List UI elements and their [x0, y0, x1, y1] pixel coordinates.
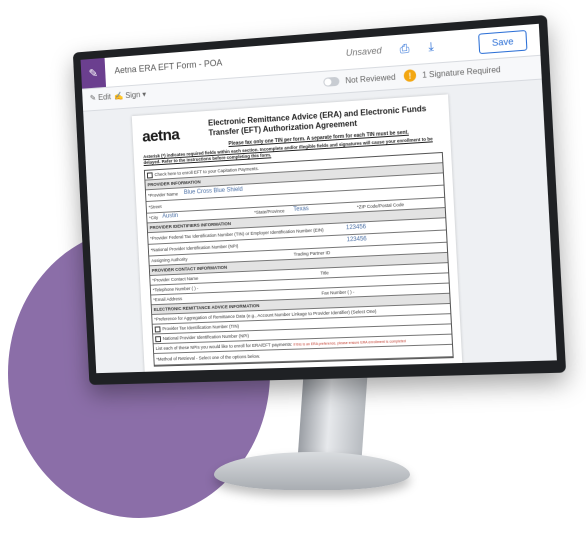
checkbox[interactable]	[147, 172, 153, 178]
review-status: Not Reviewed	[345, 73, 396, 86]
city-value[interactable]: Austin	[162, 212, 178, 222]
option-npi-label: National Provider Identification Number …	[163, 333, 249, 341]
npi-value: 123456	[346, 234, 367, 246]
email-label: *Email Address	[153, 296, 182, 302]
edit-label: Edit	[98, 92, 111, 102]
state-value[interactable]: Texas	[293, 205, 309, 215]
monitor-frame: ✎ Aetna ERA EFT Form - POA Unsaved ⎙ ⤓ S…	[73, 15, 566, 385]
contact-name-label: *Provider Contact Name	[152, 276, 198, 283]
aetna-logo: aetna	[142, 127, 180, 147]
edit-button[interactable]: ✎ Edit	[90, 92, 111, 102]
download-icon[interactable]: ⤓	[422, 38, 439, 56]
warning-icon: !	[404, 69, 417, 82]
city-label: *City	[149, 215, 158, 220]
checkbox[interactable]	[155, 336, 161, 342]
signature-required-label: 1 Signature Required	[422, 65, 501, 80]
save-button[interactable]: Save	[478, 30, 527, 54]
option-tin-label: Provider Tax Identification Number (TIN)	[162, 324, 239, 332]
save-status: Unsaved	[346, 45, 382, 58]
checkbox[interactable]	[155, 326, 161, 332]
red-note: If this is an ERA preference, please ens…	[293, 339, 406, 347]
document-page: aetna Electronic Remittance Advice (ERA)…	[132, 94, 463, 373]
assigning-label: Assigning Authority	[151, 257, 187, 264]
print-icon[interactable]: ⎙	[396, 40, 413, 57]
app-logo-icon[interactable]: ✎	[81, 58, 106, 89]
phone-label: *Telephone Number ( ) -	[153, 286, 199, 293]
npi-label: *National Provider Identification Number…	[151, 243, 239, 252]
street-label: *Street	[148, 204, 161, 210]
form-table: Check here to enroll EFT to your Capitat…	[144, 152, 454, 367]
fax-label: Fax Number ( ) -	[321, 287, 354, 297]
sign-label: Sign	[125, 90, 140, 100]
sign-button[interactable]: ✍ Sign ▾	[114, 90, 147, 101]
title-label: Title	[320, 268, 329, 277]
document-title: Aetna ERA EFT Form - POA	[114, 58, 222, 76]
monitor-stand-base	[214, 452, 410, 490]
state-label: *State/Province	[254, 206, 285, 217]
tin-value: 123456	[346, 222, 367, 234]
review-toggle[interactable]	[323, 77, 339, 87]
trading-label: Trading Partner ID	[293, 248, 330, 259]
provider-name-label: *Provider Name	[148, 191, 178, 198]
app-screen: ✎ Aetna ERA EFT Form - POA Unsaved ⎙ ⤓ S…	[81, 24, 557, 373]
